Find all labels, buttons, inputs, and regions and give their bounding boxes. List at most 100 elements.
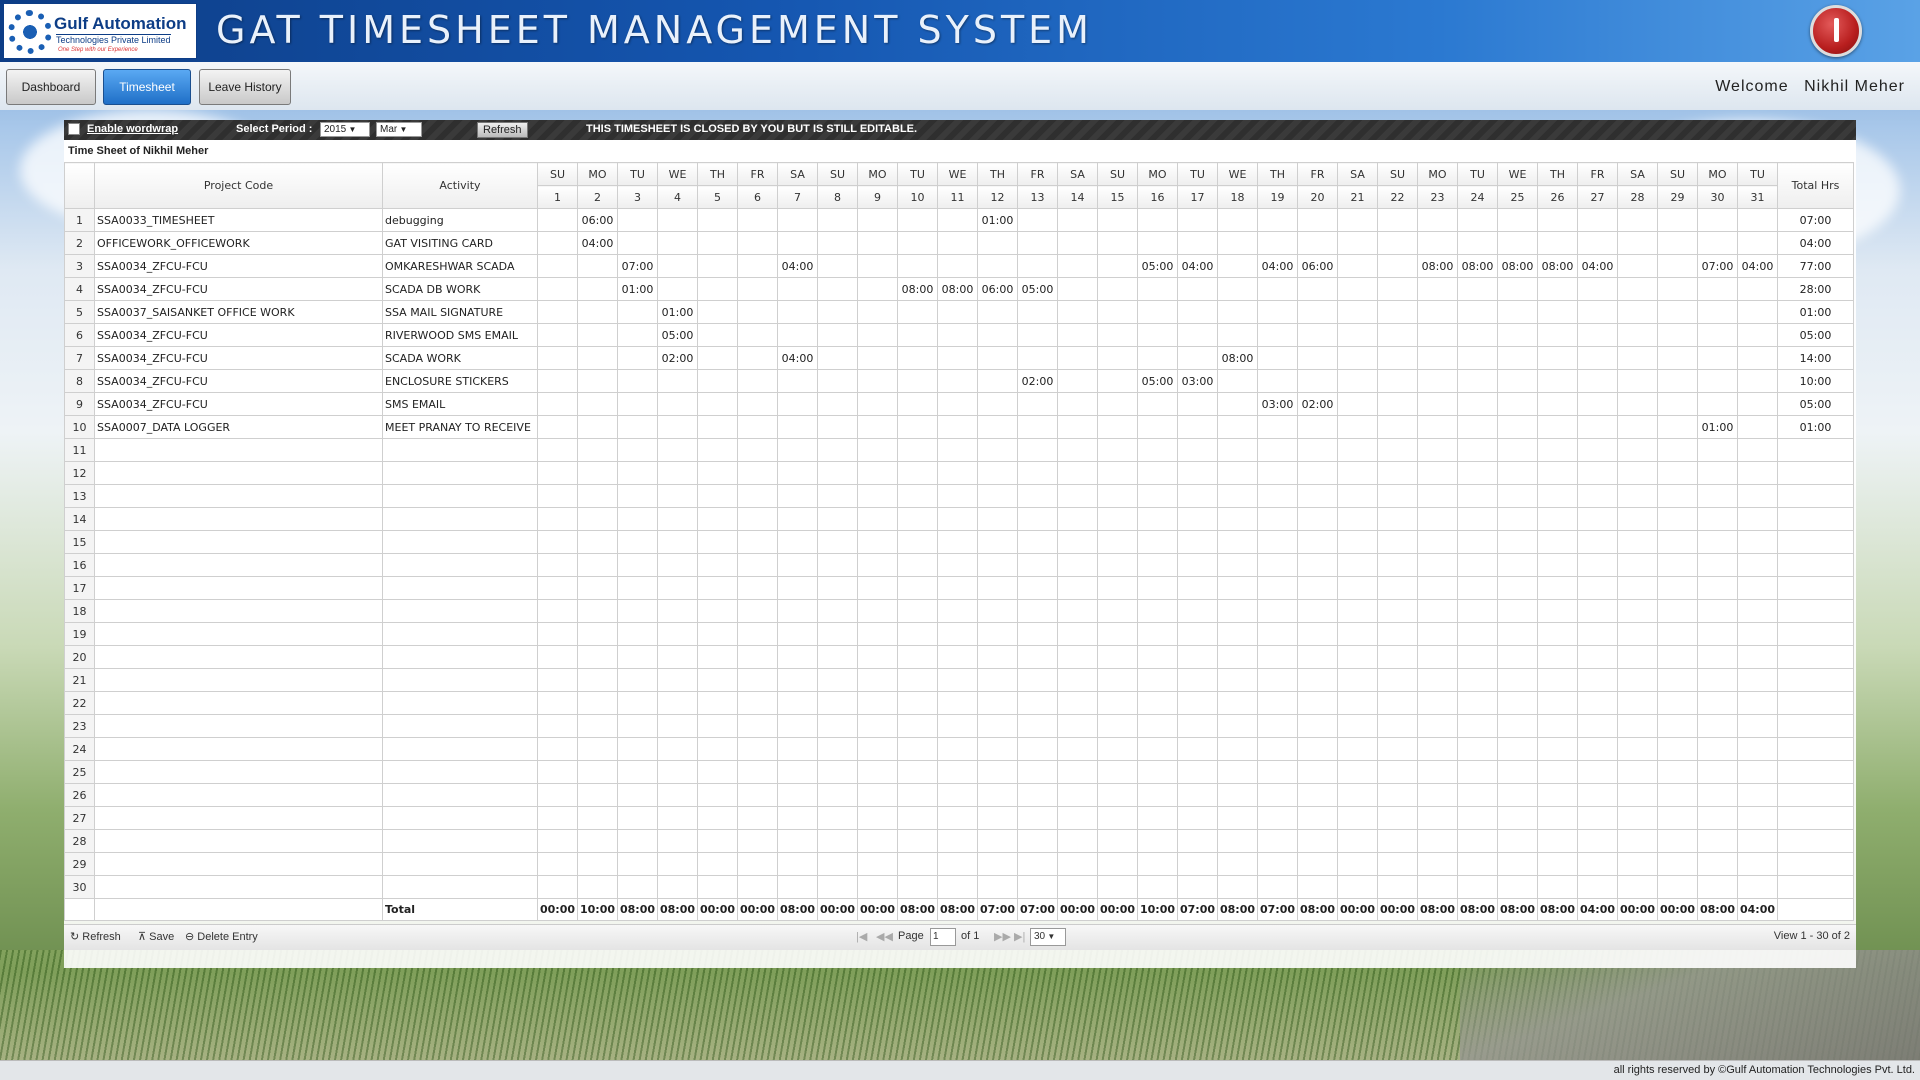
hours-cell[interactable] — [1697, 346, 1738, 370]
hours-cell[interactable] — [1257, 438, 1298, 462]
hours-cell[interactable] — [1257, 507, 1298, 531]
project-code-cell[interactable] — [94, 645, 383, 669]
hours-cell[interactable] — [1217, 507, 1258, 531]
table-row[interactable]: 22 — [64, 691, 1854, 715]
hours-cell[interactable] — [1017, 691, 1058, 715]
hours-cell[interactable] — [1217, 323, 1258, 347]
hours-cell[interactable] — [1577, 530, 1618, 554]
hours-cell[interactable] — [537, 852, 578, 876]
hours-cell[interactable]: 08:00 — [1217, 346, 1258, 370]
hours-cell[interactable] — [617, 323, 658, 347]
hours-cell[interactable] — [857, 576, 898, 600]
hours-cell[interactable] — [1537, 484, 1578, 508]
hours-cell[interactable] — [577, 875, 618, 899]
hours-cell[interactable] — [577, 622, 618, 646]
hours-cell[interactable] — [1657, 783, 1698, 807]
hours-cell[interactable] — [777, 599, 818, 623]
hours-cell[interactable]: 02:00 — [1017, 369, 1058, 393]
project-code-cell[interactable]: SSA0034_ZFCU-FCU — [94, 392, 383, 416]
project-code-cell[interactable] — [94, 737, 383, 761]
hours-cell[interactable] — [1177, 346, 1218, 370]
hours-cell[interactable] — [1537, 668, 1578, 692]
hours-cell[interactable] — [1177, 438, 1218, 462]
hours-cell[interactable] — [1177, 806, 1218, 830]
hours-cell[interactable] — [1617, 438, 1658, 462]
hours-cell[interactable] — [1537, 760, 1578, 784]
hours-cell[interactable] — [937, 806, 978, 830]
hours-cell[interactable] — [1697, 369, 1738, 393]
hours-cell[interactable] — [1057, 346, 1098, 370]
hours-cell[interactable] — [777, 852, 818, 876]
hours-cell[interactable]: 04:00 — [1177, 254, 1218, 278]
hours-cell[interactable] — [1377, 737, 1418, 761]
hours-cell[interactable] — [1417, 714, 1458, 738]
hours-cell[interactable] — [1537, 208, 1578, 232]
hours-cell[interactable] — [1257, 622, 1298, 646]
hours-cell[interactable] — [1377, 576, 1418, 600]
hours-cell[interactable] — [1097, 875, 1138, 899]
activity-cell[interactable]: MEET PRANAY TO RECEIVE — [382, 415, 538, 439]
hours-cell[interactable] — [1017, 254, 1058, 278]
project-code-cell[interactable] — [94, 783, 383, 807]
hours-cell[interactable] — [1097, 415, 1138, 439]
hours-cell[interactable] — [1137, 714, 1178, 738]
hours-cell[interactable] — [777, 668, 818, 692]
hours-cell[interactable]: 07:00 — [1697, 254, 1738, 278]
hours-cell[interactable] — [1617, 392, 1658, 416]
hours-cell[interactable] — [1417, 622, 1458, 646]
hours-cell[interactable] — [937, 346, 978, 370]
hours-cell[interactable] — [537, 806, 578, 830]
hours-cell[interactable] — [777, 369, 818, 393]
hours-cell[interactable] — [1097, 369, 1138, 393]
hours-cell[interactable] — [1257, 852, 1298, 876]
project-code-cell[interactable] — [94, 875, 383, 899]
hours-cell[interactable] — [1217, 622, 1258, 646]
hours-cell[interactable] — [737, 668, 778, 692]
hours-cell[interactable]: 06:00 — [977, 277, 1018, 301]
hours-cell[interactable] — [1137, 530, 1178, 554]
hours-cell[interactable] — [1057, 691, 1098, 715]
hours-cell[interactable] — [977, 576, 1018, 600]
hours-cell[interactable] — [1457, 530, 1498, 554]
activity-cell[interactable] — [382, 829, 538, 853]
hours-cell[interactable] — [1257, 806, 1298, 830]
hours-cell[interactable] — [577, 691, 618, 715]
hours-cell[interactable] — [1257, 783, 1298, 807]
hours-cell[interactable] — [537, 875, 578, 899]
hours-cell[interactable] — [1617, 622, 1658, 646]
hours-cell[interactable] — [897, 783, 938, 807]
hours-cell[interactable]: 03:00 — [1257, 392, 1298, 416]
hours-cell[interactable] — [1417, 691, 1458, 715]
hours-cell[interactable] — [1217, 691, 1258, 715]
hours-cell[interactable] — [1617, 484, 1658, 508]
hours-cell[interactable] — [577, 507, 618, 531]
hours-cell[interactable] — [577, 530, 618, 554]
hours-cell[interactable] — [1097, 829, 1138, 853]
table-row[interactable]: 14 — [64, 507, 1854, 531]
hours-cell[interactable] — [1617, 783, 1658, 807]
hours-cell[interactable] — [657, 507, 698, 531]
hours-cell[interactable] — [617, 346, 658, 370]
hours-cell[interactable] — [1297, 668, 1338, 692]
hours-cell[interactable] — [777, 231, 818, 255]
project-code-cell[interactable]: SSA0034_ZFCU-FCU — [94, 254, 383, 278]
hours-cell[interactable] — [1297, 829, 1338, 853]
hours-cell[interactable] — [1337, 829, 1378, 853]
hours-cell[interactable] — [1297, 576, 1338, 600]
hours-cell[interactable] — [1377, 783, 1418, 807]
hours-cell[interactable] — [1177, 300, 1218, 324]
hours-cell[interactable] — [737, 392, 778, 416]
hours-cell[interactable] — [1057, 438, 1098, 462]
hours-cell[interactable] — [777, 277, 818, 301]
hours-cell[interactable] — [537, 576, 578, 600]
hours-cell[interactable] — [657, 852, 698, 876]
hours-cell[interactable] — [1217, 875, 1258, 899]
hours-cell[interactable] — [697, 599, 738, 623]
activity-cell[interactable] — [382, 484, 538, 508]
hours-cell[interactable] — [817, 668, 858, 692]
hours-cell[interactable] — [1057, 461, 1098, 485]
table-row[interactable]: 1 SSA0033_TIMESHEET debugging 06:00 01:00 07:… — [64, 208, 1854, 232]
hours-cell[interactable] — [697, 806, 738, 830]
hours-cell[interactable] — [617, 714, 658, 738]
table-row[interactable]: 25 — [64, 760, 1854, 784]
